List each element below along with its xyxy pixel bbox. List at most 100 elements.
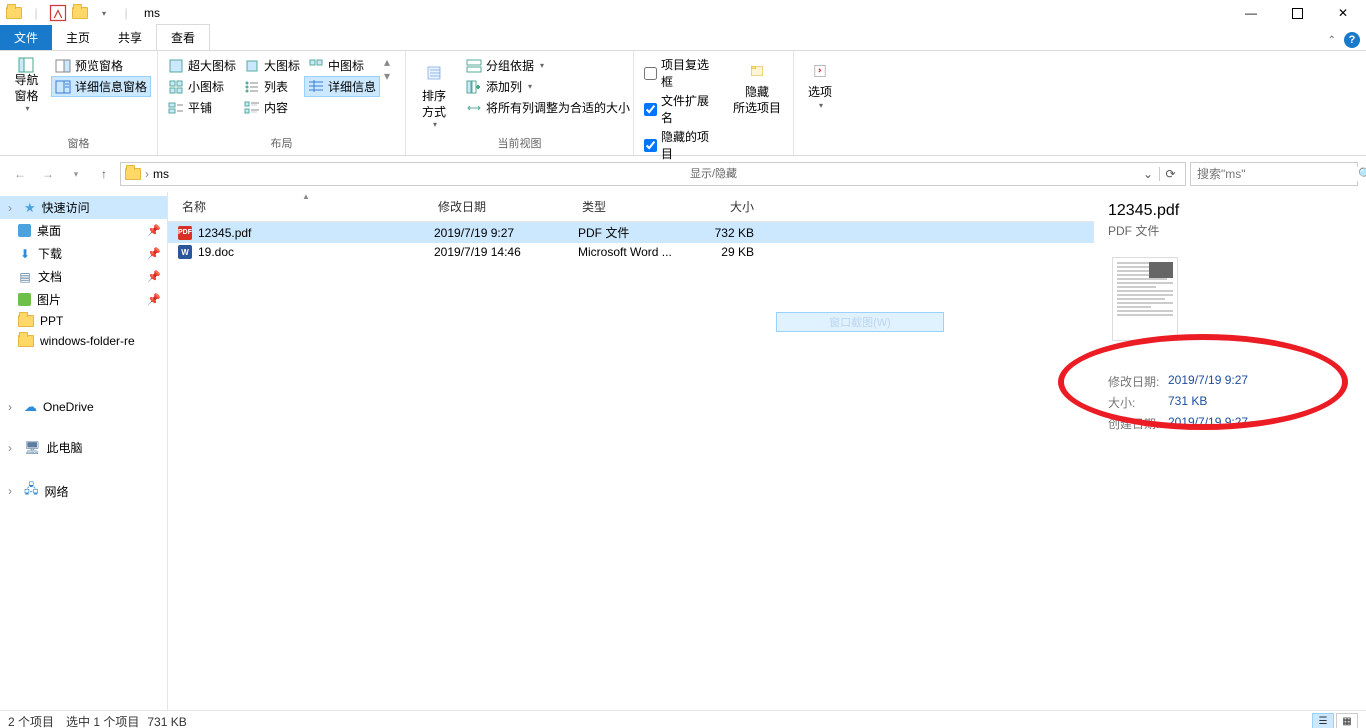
layout-scroll-up[interactable]: ▴	[384, 55, 390, 69]
sm-icon	[168, 79, 184, 95]
tab-file[interactable]: 文件	[0, 25, 52, 50]
layout-details[interactable]: 详细信息	[304, 76, 380, 97]
col-date[interactable]: 修改日期	[434, 198, 578, 215]
pin-icon: 📌	[147, 270, 161, 283]
group-by-button[interactable]: 分组依据▾	[462, 55, 634, 76]
chevron-down-icon: ▾	[25, 104, 29, 114]
layout-xl[interactable]: 超大图标	[164, 55, 240, 76]
sidebar-downloads[interactable]: ⬇下载📌	[0, 242, 167, 265]
layout-sm[interactable]: 小图标	[164, 76, 240, 97]
main-area: ★快速访问 桌面📌 ⬇下载📌 ▤文档📌 图片📌 PPT windows-fold…	[0, 192, 1366, 710]
close-button[interactable]: ✕	[1320, 0, 1366, 26]
properties-icon[interactable]	[48, 3, 68, 23]
chevron-down-icon: ▾	[528, 82, 532, 91]
sidebar-this-pc[interactable]: 🖥此电脑	[0, 436, 167, 459]
sidebar-pictures[interactable]: 图片📌	[0, 288, 167, 311]
navigation-pane-icon	[18, 57, 34, 73]
back-button[interactable]: ←	[8, 162, 32, 186]
xl-icon	[168, 58, 184, 74]
up-button[interactable]: ↑	[92, 162, 116, 186]
tab-share[interactable]: 共享	[104, 25, 156, 50]
sidebar-onedrive[interactable]: ☁OneDrive	[0, 369, 167, 418]
pictures-icon	[18, 293, 31, 306]
file-name: 12345.pdf	[198, 226, 251, 240]
layout-content[interactable]: 内容	[240, 97, 304, 118]
address-dropdown-icon[interactable]: ⌄	[1137, 167, 1159, 181]
file-extensions-toggle[interactable]: 文件扩展名	[640, 91, 723, 127]
sidebar-quick-access[interactable]: ★快速访问	[0, 196, 167, 219]
hide-selected-button[interactable]: 隐藏 所选项目	[727, 55, 787, 118]
breadcrumb-folder[interactable]: ms	[153, 167, 169, 181]
tab-home[interactable]: 主页	[52, 25, 104, 50]
qat-folder-icon[interactable]	[70, 3, 90, 23]
navigation-pane-label: 导航窗格	[12, 73, 41, 104]
help-icon[interactable]: ?	[1344, 32, 1360, 48]
file-name: 19.doc	[198, 245, 234, 259]
col-size[interactable]: 大小	[692, 198, 764, 215]
preview-pane-button[interactable]: 预览窗格	[51, 55, 151, 76]
col-name[interactable]: 名称	[178, 198, 434, 215]
tab-view[interactable]: 查看	[156, 24, 210, 50]
group-view-label: 当前视图	[412, 133, 627, 155]
forward-button[interactable]: →	[36, 162, 60, 186]
annotation-ellipse	[1058, 334, 1348, 430]
col-type[interactable]: 类型	[578, 198, 692, 215]
sidebar-desktop[interactable]: 桌面📌	[0, 219, 167, 242]
options-button[interactable]: 选项▾	[800, 55, 840, 113]
status-count: 2 个项目	[8, 713, 54, 728]
file-date: 2019/7/19 9:27	[434, 226, 578, 240]
star-icon: ★	[24, 200, 36, 216]
tiles-icon	[168, 100, 184, 116]
collapse-ribbon-icon[interactable]: ⌃	[1328, 35, 1336, 46]
sidebar-documents[interactable]: ▤文档📌	[0, 265, 167, 288]
status-bar: 2 个项目 选中 1 个项目 731 KB ☰ ▦	[0, 710, 1366, 728]
sort-by-button[interactable]: 排序方式▾	[412, 55, 456, 133]
view-thumbnails-button[interactable]: ▦	[1336, 713, 1358, 728]
add-columns-button[interactable]: 添加列▾	[462, 76, 634, 97]
file-row[interactable]: W19.doc2019/7/19 14:46Microsoft Word ...…	[168, 243, 1094, 261]
layout-scroll-down[interactable]: ▾	[384, 69, 390, 83]
layout-list[interactable]: 列表	[240, 76, 304, 97]
search-input[interactable]	[1191, 167, 1358, 181]
recent-locations-button[interactable]: ▾	[64, 162, 88, 186]
desktop-icon	[18, 224, 31, 237]
pin-icon: 📌	[147, 224, 161, 237]
details-pane-button[interactable]: 详细信息窗格	[51, 76, 151, 97]
navigation-pane-button[interactable]: 导航窗格 ▾	[6, 55, 47, 117]
ribbon: 导航窗格 ▾ 预览窗格 详细信息窗格 窗格 超大图标 小图标 平铺 大图标 列表…	[0, 50, 1366, 156]
sidebar-ppt[interactable]: PPT	[0, 311, 167, 331]
add-columns-icon	[466, 79, 482, 95]
hide-icon	[743, 57, 771, 85]
details-kind: PDF 文件	[1108, 222, 1352, 239]
window-title: ms	[144, 6, 160, 20]
folder-icon	[125, 168, 141, 180]
pdf-icon: PDF	[178, 226, 192, 240]
autosize-columns-button[interactable]: 将所有列调整为合适的大小	[462, 97, 634, 118]
refresh-button[interactable]: ⟳	[1159, 167, 1181, 181]
qat-dropdown-icon[interactable]: ▾	[94, 3, 114, 23]
search-box[interactable]: 🔍	[1190, 162, 1358, 186]
maximize-button[interactable]	[1274, 0, 1320, 26]
hidden-items-toggle[interactable]: 隐藏的项目	[640, 127, 723, 163]
navigation-tree: ★快速访问 桌面📌 ⬇下载📌 ▤文档📌 图片📌 PPT windows-fold…	[0, 192, 168, 710]
view-details-button[interactable]: ☰	[1312, 713, 1334, 728]
sidebar-network[interactable]: 🖧网络	[0, 477, 167, 505]
options-label: 选项	[808, 85, 832, 101]
options-icon	[806, 57, 834, 85]
layout-tiles[interactable]: 平铺	[164, 97, 240, 118]
address-bar[interactable]: › ms ⌄ ⟳	[120, 162, 1186, 186]
file-row[interactable]: PDF12345.pdf2019/7/19 9:27PDF 文件732 KB	[168, 222, 1094, 243]
file-preview-thumbnail	[1112, 257, 1178, 341]
search-icon[interactable]: 🔍	[1358, 167, 1366, 181]
layout-lg[interactable]: 大图标	[240, 55, 304, 76]
details-filename: 12345.pdf	[1108, 202, 1352, 220]
title-bar: | ▾ | ms — ✕	[0, 0, 1366, 26]
doc-icon: W	[178, 245, 192, 259]
item-checkboxes-toggle[interactable]: 项目复选框	[640, 55, 723, 91]
group-panes-label: 窗格	[6, 133, 151, 155]
layout-md[interactable]: 中图标	[304, 55, 380, 76]
group-by-icon	[466, 58, 482, 74]
documents-icon: ▤	[18, 270, 32, 284]
minimize-button[interactable]: —	[1228, 0, 1274, 26]
sidebar-windows-folder[interactable]: windows-folder-re	[0, 331, 167, 351]
